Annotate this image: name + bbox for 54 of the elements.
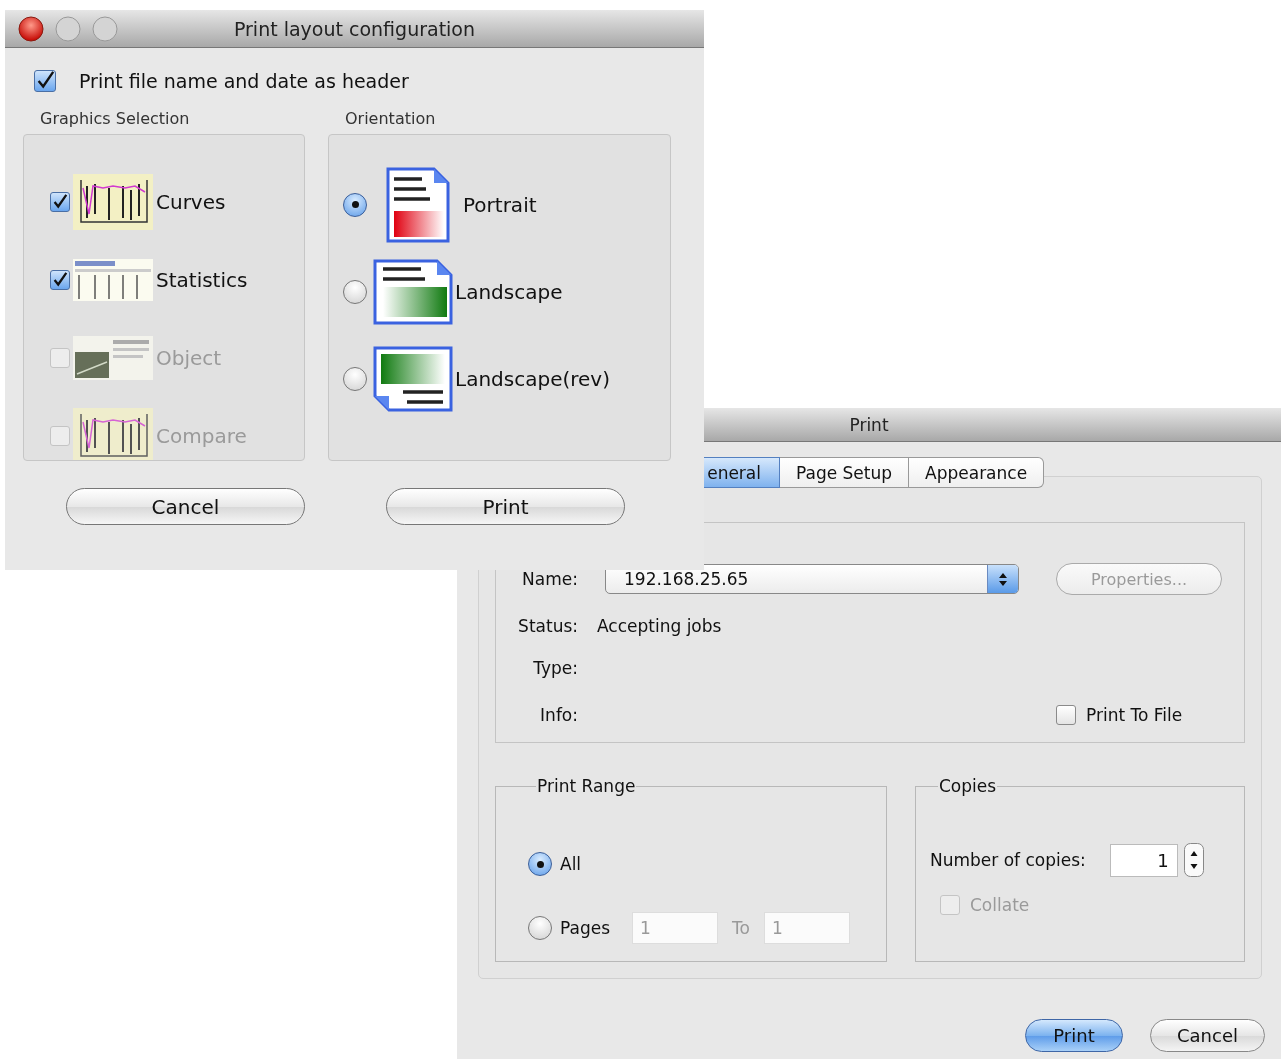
radio-label: Pages	[560, 918, 610, 938]
tab[interactable]: Appearance	[909, 457, 1045, 488]
portrait-page-icon	[386, 166, 450, 243]
picture-thumbnail-icon	[73, 336, 153, 380]
radio-label: Portrait	[463, 192, 537, 217]
to-label: To	[732, 918, 750, 938]
radio-button[interactable]	[343, 366, 367, 391]
status-value: Accepting jobs	[597, 616, 723, 636]
table-thumbnail-icon	[73, 259, 153, 301]
zoom-icon[interactable]	[92, 16, 118, 42]
group-title: Print Range	[536, 776, 637, 796]
checkbox-label: Collate	[970, 895, 1030, 915]
printer-dropdown[interactable]: 192.168.25.65	[605, 564, 1019, 594]
dropdown-arrows-icon	[987, 565, 1018, 593]
checkbox-label: Print To File	[1086, 705, 1183, 725]
checkbox[interactable]	[50, 192, 70, 212]
checkbox-label: Statistics	[156, 268, 248, 292]
radio-button[interactable]	[528, 852, 552, 876]
copies-field[interactable]: 1	[1109, 843, 1178, 877]
checkbox[interactable]	[34, 70, 56, 92]
checkbox[interactable]	[50, 270, 70, 290]
radio-button[interactable]	[343, 279, 367, 304]
window-title: Print	[849, 414, 889, 435]
chart-thumbnail-icon	[73, 408, 153, 460]
tab[interactable]: Page Setup	[780, 457, 910, 488]
dialog-button[interactable]: Print	[1025, 1019, 1123, 1052]
checkbox[interactable]	[1056, 705, 1076, 725]
radio-button[interactable]	[528, 916, 552, 940]
chart-thumbnail-icon	[73, 174, 153, 230]
info-label: Info:	[539, 705, 579, 725]
radio-button[interactable]	[343, 192, 367, 217]
stepper-icon[interactable]	[1183, 843, 1204, 877]
minimize-icon[interactable]	[55, 16, 81, 42]
radio-label: All	[560, 854, 582, 874]
group-title: Graphics Selection	[40, 108, 191, 130]
radio-label: Landscape(rev)	[455, 366, 610, 391]
copies-label: Number of copies:	[930, 850, 1086, 870]
close-icon[interactable]	[18, 16, 44, 42]
radio-label: Landscape	[455, 279, 563, 304]
status-label: Status:	[517, 616, 579, 636]
dialog-button[interactable]: Cancel	[66, 488, 305, 525]
checkbox-label: Object	[156, 346, 222, 370]
name-label: Name:	[521, 569, 579, 589]
dialog-button[interactable]: Cancel	[1150, 1019, 1265, 1052]
landscape-page-icon	[373, 258, 453, 325]
checkbox-label: Compare	[156, 424, 247, 448]
checkbox-label: Print file name and date as header	[79, 70, 409, 92]
window-title: Print layout configuration	[233, 17, 476, 40]
dialog-button[interactable]: Print	[386, 488, 625, 525]
landscape-page-icon	[373, 345, 453, 412]
type-label: Type:	[532, 658, 579, 678]
group-title: Orientation	[345, 108, 437, 130]
group-title: Copies	[938, 776, 998, 796]
checkbox-label: Curves	[156, 190, 226, 214]
